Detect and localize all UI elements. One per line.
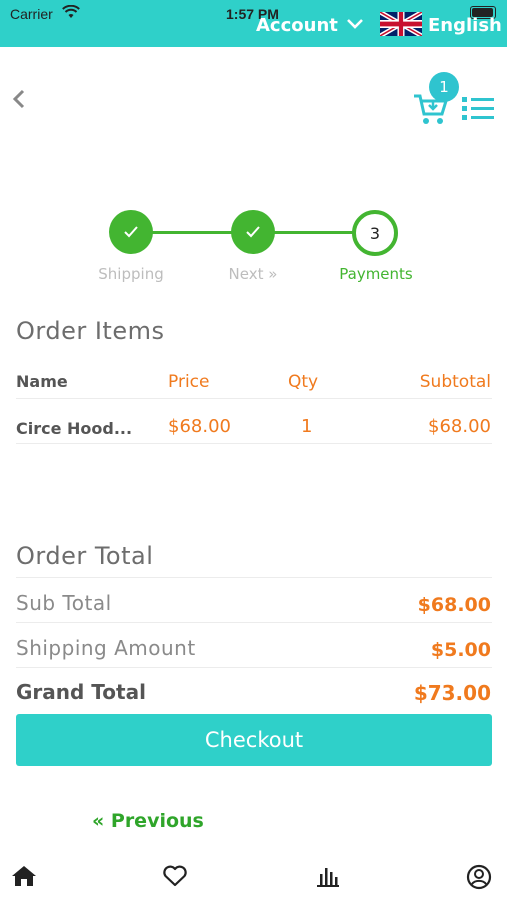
chevron-down-icon[interactable] (346, 18, 364, 30)
grand-total-value: $73.00 (413, 681, 491, 705)
shipping-amount-label: Shipping Amount (16, 636, 196, 660)
item-qty: 1 (301, 416, 313, 437)
checkout-button[interactable]: Checkout (16, 714, 492, 766)
divider (16, 577, 492, 578)
carrier-label: Carrier (10, 6, 53, 22)
step-label-payments: Payments (339, 265, 413, 283)
step-label-next: Next » (228, 265, 278, 283)
step-shipping-dot (109, 210, 153, 254)
previous-link[interactable]: « Previous (92, 810, 204, 832)
divider (16, 622, 492, 623)
list-menu-icon[interactable] (462, 96, 494, 122)
divider (16, 667, 492, 668)
language-selector[interactable]: English (428, 15, 502, 36)
top-bar: Carrier 1:57 PM Account English (0, 0, 507, 47)
wifi-icon (62, 5, 80, 18)
divider (16, 443, 492, 444)
step-connector (272, 231, 357, 234)
home-icon[interactable] (11, 864, 37, 888)
account-menu[interactable]: Account (256, 15, 338, 36)
step-connector (150, 231, 235, 234)
column-header-subtotal: Subtotal (419, 372, 491, 392)
order-total-title: Order Total (16, 542, 154, 570)
heart-icon[interactable] (162, 864, 188, 888)
item-name: Circe Hood... (16, 419, 133, 438)
checkmark-icon (124, 226, 138, 238)
grand-total-label: Grand Total (16, 680, 146, 704)
shipping-amount-value: $5.00 (430, 639, 491, 661)
step-payments-dot: 3 (352, 210, 398, 256)
column-header-qty: Qty (288, 372, 319, 392)
step-next-dot (231, 210, 275, 254)
column-header-name: Name (16, 372, 68, 391)
checkmark-icon (246, 226, 260, 238)
item-price: $68.00 (168, 416, 231, 437)
step-number: 3 (369, 223, 381, 243)
order-items-title: Order Items (16, 317, 165, 345)
sub-total-value: $68.00 (417, 594, 491, 616)
uk-flag-icon[interactable] (380, 12, 422, 36)
divider (16, 398, 492, 399)
step-label-shipping: Shipping (98, 265, 164, 283)
item-subtotal: $68.00 (428, 416, 491, 437)
profile-icon[interactable] (466, 864, 492, 890)
cart-count-badge: 1 (429, 72, 459, 102)
column-header-price: Price (168, 372, 210, 392)
back-chevron-icon[interactable] (10, 88, 28, 110)
sub-total-label: Sub Total (16, 591, 112, 615)
stats-icon[interactable] (315, 864, 341, 888)
